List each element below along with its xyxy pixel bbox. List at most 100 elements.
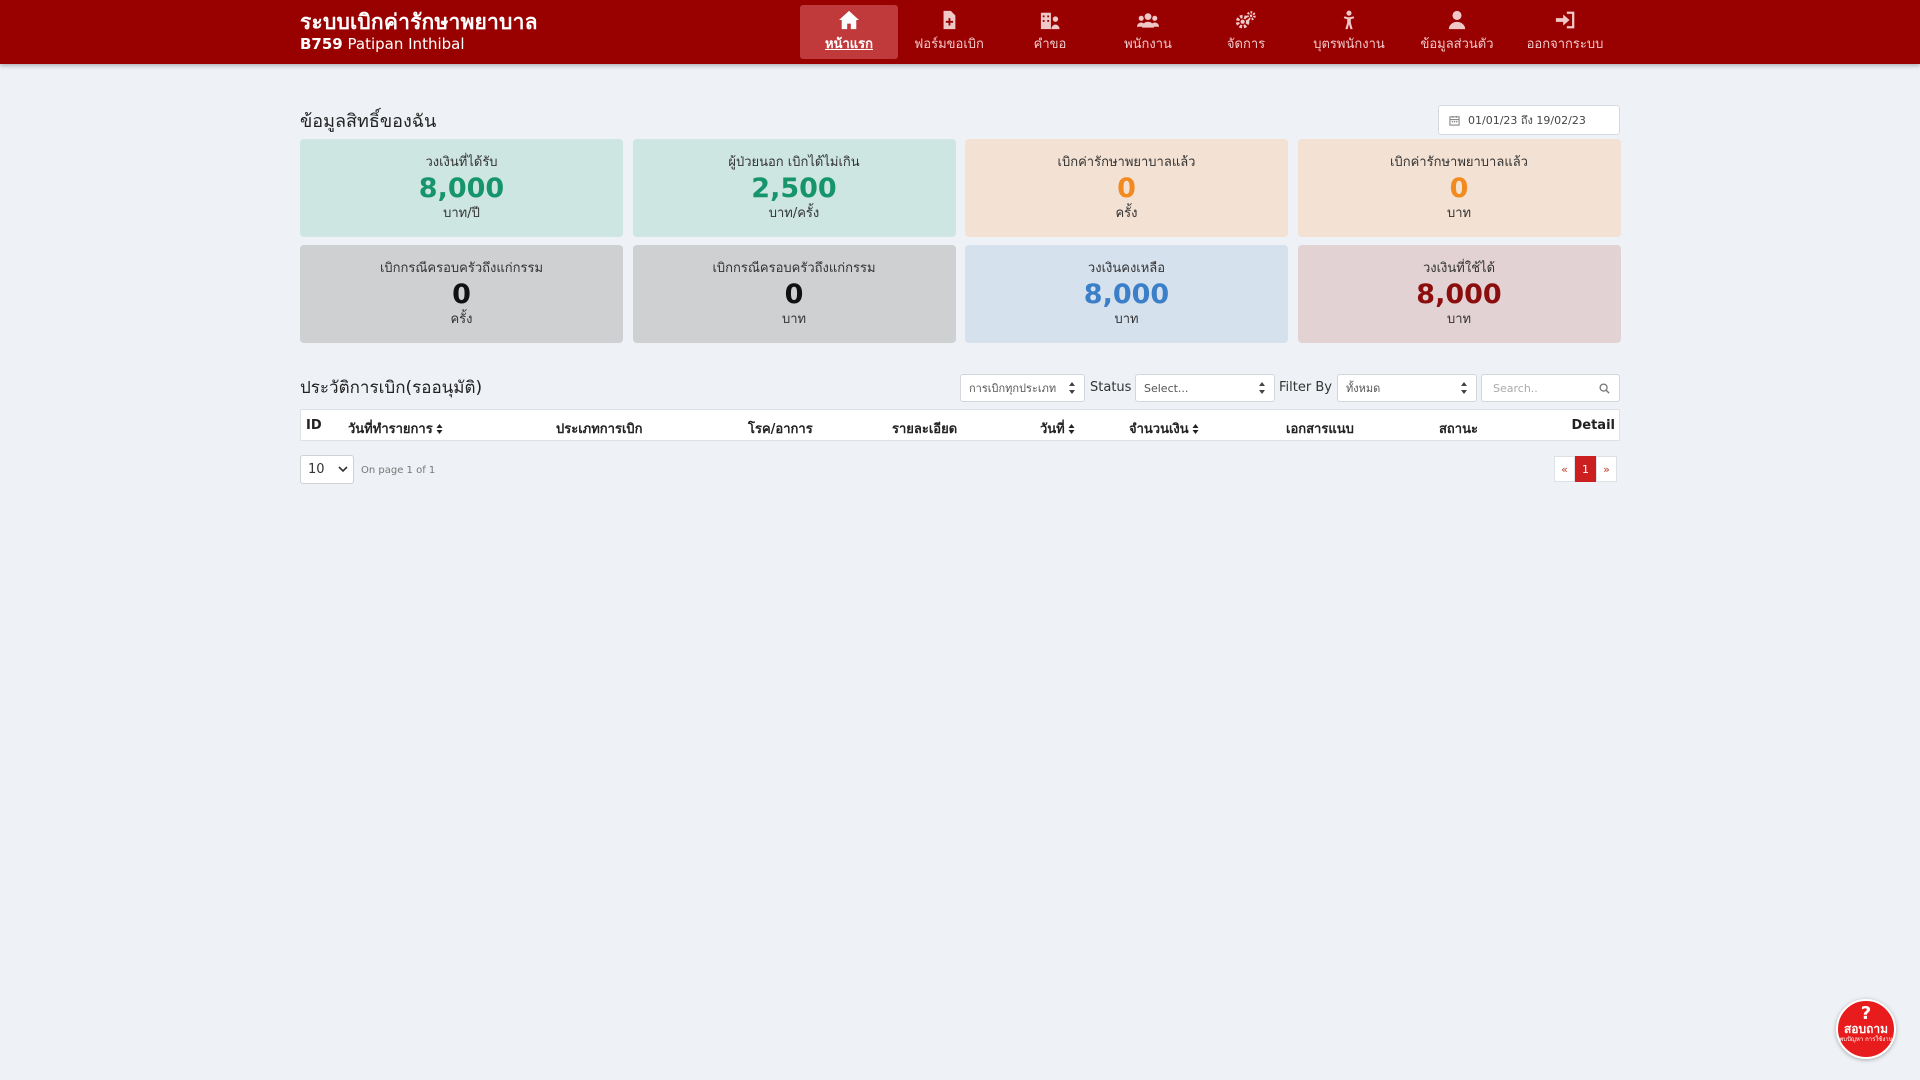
file-plus-icon — [943, 10, 956, 30]
card-unit: บาท — [1446, 206, 1472, 221]
nav-label: ออกจากระบบ — [1526, 37, 1604, 52]
filter-by-value: ทั้งหมด — [1346, 382, 1381, 395]
col-disease: โรค/อาการ — [748, 422, 813, 437]
child-icon — [1343, 10, 1355, 30]
card-label: วงเงินที่ใช้ได้ — [1422, 261, 1496, 276]
nav-label: ฟอร์มขอเบิก — [914, 37, 984, 52]
col-date[interactable]: วันที่ — [1040, 418, 1075, 439]
card-label: วงเงินที่ได้รับ — [425, 155, 498, 170]
next-page-button[interactable]: » — [1596, 456, 1617, 482]
nav-label: หน้าแรก — [825, 37, 873, 52]
pagination: « 1 » — [1554, 456, 1617, 482]
card-outpatient-limit: ผู้ป่วยนอก เบิกได้ไม่เกิน 2,500 บาท/ครั้… — [632, 139, 956, 237]
sort-icon — [436, 423, 443, 434]
date-range-picker[interactable]: 01/01/23 ถึง 19/02/23 — [1438, 105, 1620, 135]
nav-item-profile[interactable]: ข้อมูลส่วนตัว — [1402, 5, 1512, 59]
card-remaining-limit: วงเงินคงเหลือ 8,000 บาท — [965, 245, 1288, 343]
sort-icon — [1192, 423, 1199, 434]
nav-item-requests[interactable]: คำขอ — [1000, 5, 1100, 59]
card-bereavement-count: เบิกกรณีครอบครัวถึงแก่กรรม 0 ครั้ง — [300, 245, 623, 343]
nav-item-employee-children[interactable]: บุตรพนักงาน — [1296, 5, 1402, 59]
card-unit: บาท — [1114, 312, 1139, 327]
nav-label: จัดการ — [1226, 37, 1266, 52]
claim-type-value: การเบิกทุกประเภท — [969, 382, 1057, 395]
sort-caret-icon — [1259, 382, 1265, 394]
help-button-sublabel: พบปัญหา การใช้งาน — [1839, 1036, 1893, 1043]
card-value: 0 — [452, 279, 471, 310]
card-unit: ครั้ง — [1115, 206, 1138, 221]
card-label: เบิกค่ารักษาพยาบาลแล้ว — [1390, 155, 1528, 170]
history-table-header: ID วันที่ทำรายการ ประเภทการเบิก โรค/อากา… — [300, 409, 1620, 441]
card-value: 8,000 — [1083, 279, 1170, 310]
nav-label: บุตรพนักงาน — [1313, 37, 1385, 52]
card-unit: บาท/ปี — [443, 206, 480, 221]
col-claim-type: ประเภทการเบิก — [556, 422, 643, 437]
card-claimed-count: เบิกค่ารักษาพยาบาลแล้ว 0 ครั้ง — [965, 139, 1288, 237]
gears-icon — [1235, 11, 1256, 29]
card-claimed-amount: เบิกค่ารักษาพยาบาลแล้ว 0 บาท — [1297, 139, 1621, 237]
prev-page-button[interactable]: « — [1554, 456, 1575, 482]
card-value: 8,000 — [1416, 279, 1502, 310]
nav-label: คำขอ — [1033, 37, 1067, 52]
filter-by-label: Filter By — [1279, 380, 1332, 395]
card-label: เบิกค่ารักษาพยาบาลแล้ว — [1057, 155, 1196, 170]
status-placeholder: Select... — [1144, 381, 1189, 395]
stat-cards: วงเงินที่ได้รับ 8,000 บาท/ปี ผู้ป่วยนอก … — [300, 139, 1621, 343]
rights-section-title: ข้อมูลสิทธิ์ของฉัน — [300, 111, 437, 132]
date-range-value: 01/01/23 ถึง 19/02/23 — [1468, 114, 1586, 127]
card-unit: บาท/ครั้ง — [768, 206, 820, 221]
nav-label: ข้อมูลส่วนตัว — [1420, 37, 1494, 52]
claim-type-select[interactable]: การเบิกทุกประเภท — [960, 374, 1085, 402]
sign-in-icon — [1555, 11, 1575, 29]
card-unit: บาท — [1446, 312, 1472, 327]
top-navbar: ระบบเบิกค่ารักษาพยาบาล B759 Patipan Inth… — [0, 0, 1920, 64]
col-transaction-date[interactable]: วันที่ทำรายการ — [348, 418, 443, 439]
app-title: ระบบเบิกค่ารักษาพยาบาล — [300, 10, 538, 34]
card-unit: บาท — [781, 312, 807, 327]
card-label: เบิกกรณีครอบครัวถึงแก่กรรม — [712, 261, 876, 276]
card-value: 0 — [784, 279, 804, 310]
sort-caret-icon — [1461, 382, 1467, 394]
brand: ระบบเบิกค่ารักษาพยาบาล B759 Patipan Inth… — [300, 9, 538, 53]
main-nav: หน้าแรก ฟอร์มขอเบิก คำขอ พนักงาน จัดการ … — [800, 5, 1618, 59]
nav-item-manage[interactable]: จัดการ — [1196, 5, 1296, 59]
nav-item-request-form[interactable]: ฟอร์มขอเบิก — [898, 5, 1000, 59]
filter-by-select[interactable]: ทั้งหมด — [1337, 374, 1477, 402]
page-size-select[interactable]: 10 — [300, 455, 354, 484]
sort-icon — [1068, 423, 1075, 434]
col-details: รายละเอียด — [892, 422, 958, 437]
card-available-limit: วงเงินที่ใช้ได้ 8,000 บาท — [1297, 245, 1621, 343]
search-icon — [1599, 383, 1610, 394]
nav-item-employees[interactable]: พนักงาน — [1100, 5, 1196, 59]
nav-item-home[interactable]: หน้าแรก — [800, 5, 898, 59]
card-label: เบิกกรณีครอบครัวถึงแก่กรรม — [379, 261, 544, 276]
nav-label: พนักงาน — [1124, 37, 1172, 52]
chevron-down-icon — [338, 466, 348, 473]
status-select[interactable]: Select... — [1135, 374, 1275, 402]
page-size-value: 10 — [308, 462, 325, 477]
history-section-title: ประวัติการเบิก(รออนุมัติ) — [300, 378, 483, 398]
sort-caret-icon — [1069, 382, 1075, 394]
user-name: Patipan Inthibal — [347, 35, 465, 53]
nav-item-logout[interactable]: ออกจากระบบ — [1512, 5, 1618, 59]
page-info: On page 1 of 1 — [361, 465, 436, 476]
search-placeholder: Search.. — [1493, 381, 1538, 395]
page-1-button[interactable]: 1 — [1575, 456, 1596, 482]
card-value: 0 — [1449, 173, 1469, 204]
col-attachments: เอกสารแนบ — [1286, 422, 1354, 437]
user-info: B759 Patipan Inthibal — [300, 35, 538, 53]
card-value: 8,000 — [418, 173, 505, 204]
card-value: 2,500 — [751, 173, 837, 204]
users-icon — [1137, 13, 1159, 28]
user-icon — [1448, 10, 1466, 30]
building-user-icon — [1040, 12, 1060, 30]
home-icon — [839, 10, 859, 30]
search-input[interactable]: Search.. — [1481, 374, 1620, 402]
col-amount[interactable]: จำนวนเงิน — [1129, 418, 1199, 439]
question-mark-icon: ? — [1860, 1003, 1872, 1024]
col-status: สถานะ — [1439, 422, 1478, 437]
card-label: วงเงินคงเหลือ — [1087, 261, 1166, 276]
col-id: ID — [306, 418, 322, 433]
help-button[interactable]: ? สอบถาม พบปัญหา การใช้งาน — [1836, 999, 1896, 1059]
col-detail: Detail — [1571, 418, 1615, 433]
